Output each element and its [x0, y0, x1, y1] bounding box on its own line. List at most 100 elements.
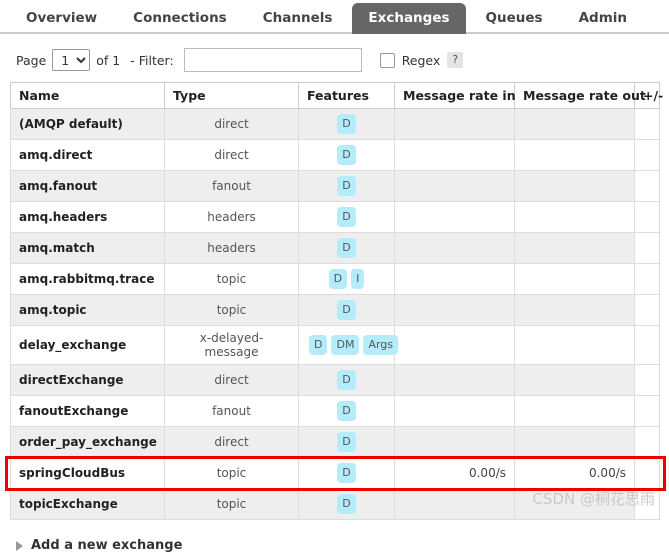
- message-rate-in-value: [394, 201, 515, 233]
- exchange-type: x-delayed-message: [164, 325, 299, 365]
- add-new-exchange-section[interactable]: Add a new exchange: [16, 538, 669, 553]
- feature-badge-d[interactable]: D: [337, 207, 356, 227]
- column-header-features[interactable]: Features: [298, 82, 395, 109]
- regex-toggle[interactable]: Regex ?: [379, 52, 464, 68]
- row-spacer-cell: [634, 170, 660, 202]
- feature-badge-d[interactable]: D: [309, 335, 328, 355]
- column-header-type[interactable]: Type: [164, 82, 299, 109]
- row-spacer-cell: [634, 232, 660, 264]
- exchange-features: D: [298, 139, 395, 171]
- table-row[interactable]: amq.rabbitmq.trace topic D I: [10, 263, 660, 295]
- message-rate-out-value: [514, 325, 635, 365]
- message-rate-out-value: [514, 170, 635, 202]
- filter-input[interactable]: [183, 48, 362, 72]
- regex-checkbox[interactable]: [379, 52, 395, 68]
- table-row[interactable]: amq.headers headers D: [10, 201, 660, 233]
- feature-badge-d[interactable]: D: [337, 432, 356, 452]
- table-header-row: Name Type Features Message rate in Message r…: [10, 82, 663, 109]
- row-spacer-cell: [634, 457, 660, 489]
- row-spacer-cell: [634, 108, 660, 140]
- exchange-name-link[interactable]: fanoutExchange: [10, 395, 165, 427]
- csdn-watermark: CSDN @桐花思雨: [532, 490, 655, 508]
- exchange-type: direct: [164, 108, 299, 140]
- tab-exchanges[interactable]: Exchanges: [352, 3, 466, 34]
- table-row[interactable]: order_pay_exchange direct D: [10, 426, 660, 458]
- message-rate-in-value: [394, 364, 515, 396]
- column-header-message-rate-out[interactable]: Message rate out: [514, 82, 646, 109]
- message-rate-in-value: [394, 232, 515, 264]
- feature-badge-d[interactable]: D: [328, 269, 348, 289]
- row-spacer-cell: [634, 395, 660, 427]
- exchange-features: D: [298, 201, 395, 233]
- table-row[interactable]: delay_exchange x-delayed-message D DM Args: [10, 325, 660, 365]
- feature-badge-d[interactable]: D: [337, 494, 356, 514]
- exchange-type: topic: [164, 488, 299, 520]
- feature-badge-d[interactable]: D: [337, 401, 356, 421]
- table-row[interactable]: amq.match headers D: [10, 232, 660, 264]
- column-header-name[interactable]: Name: [10, 82, 165, 109]
- exchange-name-link[interactable]: topicExchange: [10, 488, 165, 520]
- table-row[interactable]: directExchange direct D: [10, 364, 660, 396]
- message-rate-in-value: [394, 488, 515, 520]
- row-spacer-cell: [634, 294, 660, 326]
- feature-badge-d[interactable]: D: [337, 238, 356, 258]
- regex-label: Regex: [401, 52, 441, 68]
- column-header-message-rate-in[interactable]: Message rate in: [394, 82, 516, 109]
- message-rate-out-value: 0.00/s: [514, 457, 635, 489]
- exchange-type: direct: [164, 139, 299, 171]
- main-nav-tabs: Overview Connections Channels Exchanges Queu…: [0, 0, 669, 34]
- message-rate-in-value: [394, 294, 515, 326]
- row-spacer-cell: [634, 426, 660, 458]
- feature-badge-d[interactable]: D: [337, 300, 356, 320]
- exchange-name-link[interactable]: amq.match: [10, 232, 165, 264]
- feature-badge-dm[interactable]: DM: [331, 335, 360, 355]
- exchange-features: D: [298, 108, 395, 140]
- message-rate-in-value: [394, 139, 515, 171]
- feature-badge-d[interactable]: D: [337, 370, 356, 390]
- message-rate-in-value: [394, 395, 515, 427]
- feature-badge-i[interactable]: I: [351, 269, 365, 289]
- row-spacer-cell: [634, 263, 660, 295]
- message-rate-in-value: [394, 170, 515, 202]
- exchange-name-link[interactable]: (AMQP default): [10, 108, 165, 140]
- message-rate-in-value: [394, 325, 515, 365]
- table-row[interactable]: springCloudBus topic D 0.00/s 0.00/s: [10, 457, 660, 489]
- exchange-type: direct: [164, 426, 299, 458]
- message-rate-out-value: [514, 139, 635, 171]
- regex-help-button[interactable]: ?: [447, 52, 464, 68]
- exchange-name-link[interactable]: amq.rabbitmq.trace: [10, 263, 165, 295]
- exchange-name-link[interactable]: order_pay_exchange: [10, 426, 165, 458]
- table-row[interactable]: fanoutExchange fanout D: [10, 395, 660, 427]
- feature-badge-d[interactable]: D: [337, 463, 356, 483]
- message-rate-out-value: [514, 263, 635, 295]
- tab-channels[interactable]: Channels: [247, 3, 349, 34]
- exchange-type: direct: [164, 364, 299, 396]
- row-spacer-cell: [634, 364, 660, 396]
- table-row[interactable]: amq.direct direct D: [10, 139, 660, 171]
- table-row[interactable]: amq.topic topic D: [10, 294, 660, 326]
- tab-queues[interactable]: Queues: [470, 3, 559, 34]
- exchange-name-link[interactable]: directExchange: [10, 364, 165, 396]
- feature-badge-d[interactable]: D: [337, 114, 356, 134]
- feature-badge-d[interactable]: D: [337, 145, 356, 165]
- message-rate-in-value: 0.00/s: [394, 457, 515, 489]
- table-header: Name Type Features Message rate in Message r…: [10, 82, 663, 109]
- exchange-name-link[interactable]: amq.headers: [10, 201, 165, 233]
- tab-admin[interactable]: Admin: [563, 3, 643, 34]
- tab-connections[interactable]: Connections: [117, 3, 243, 34]
- exchange-name-link[interactable]: amq.direct: [10, 139, 165, 171]
- exchange-name-link[interactable]: springCloudBus: [10, 457, 165, 489]
- exchange-features: D: [298, 294, 395, 326]
- feature-badge-args[interactable]: Args: [363, 335, 399, 355]
- exchange-features: D: [298, 488, 395, 520]
- exchange-name-link[interactable]: delay_exchange: [10, 325, 165, 365]
- expand-triangle-icon: [16, 540, 23, 551]
- table-row[interactable]: amq.fanout fanout D: [10, 170, 660, 202]
- page-select[interactable]: 1: [52, 49, 91, 71]
- page-label: Page: [16, 52, 47, 68]
- exchange-name-link[interactable]: amq.topic: [10, 294, 165, 326]
- feature-badge-d[interactable]: D: [337, 176, 356, 196]
- exchange-name-link[interactable]: amq.fanout: [10, 170, 165, 202]
- tab-overview[interactable]: Overview: [10, 3, 113, 34]
- table-row[interactable]: (AMQP default) direct D: [10, 108, 660, 140]
